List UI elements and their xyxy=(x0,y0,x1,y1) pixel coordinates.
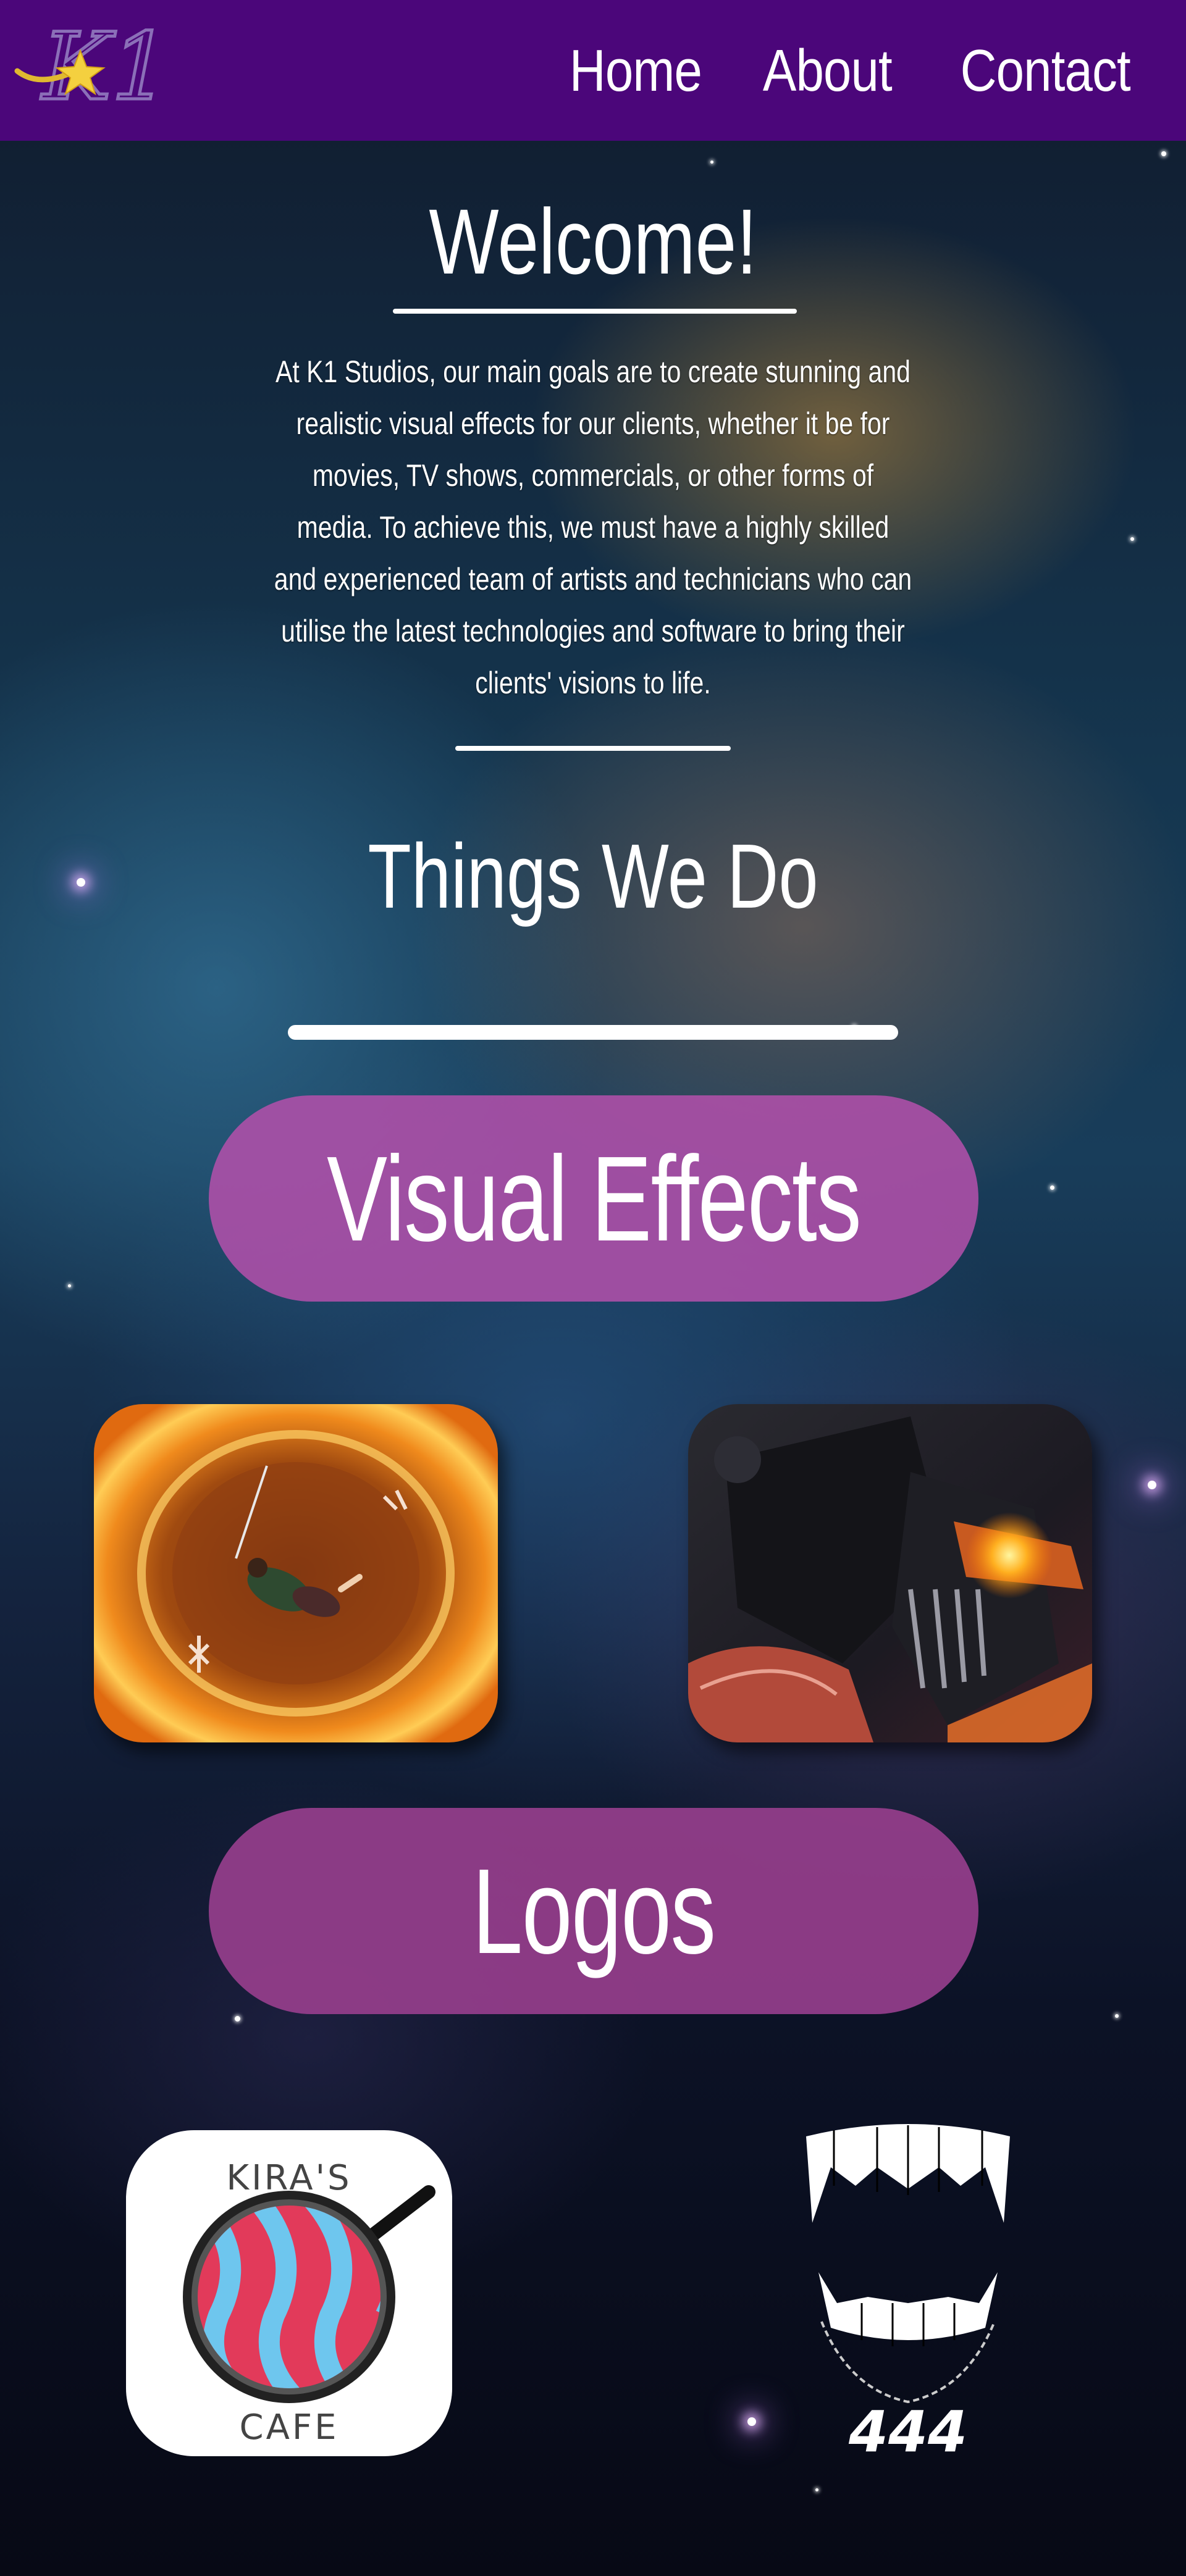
kiras-cafe-logo[interactable]: KIRA'S CAFE xyxy=(126,2130,452,2456)
nav-contact-link[interactable]: Contact xyxy=(961,37,1131,105)
visual-effects-label: Visual Effects xyxy=(326,1131,862,1266)
logos-button[interactable]: Logos xyxy=(209,1808,978,2014)
nav-home-link[interactable]: Home xyxy=(570,37,702,105)
star xyxy=(815,2488,818,2491)
vfx-fire-ring-image[interactable] xyxy=(94,1404,498,1742)
intro-paragraph: At K1 Studios, our main goals are to cre… xyxy=(274,354,912,700)
logos-label: Logos xyxy=(472,1843,716,1979)
cafe-bottom-text: CAFE xyxy=(239,2407,339,2448)
welcome-underline xyxy=(393,309,797,314)
star-flare xyxy=(77,878,85,887)
vfx-chainsaw-image[interactable] xyxy=(688,1404,1092,1742)
star xyxy=(235,2016,240,2022)
star xyxy=(710,161,713,164)
divider xyxy=(455,746,731,751)
visual-effects-button[interactable]: Visual Effects xyxy=(209,1095,978,1302)
star-flare xyxy=(1148,1481,1156,1489)
nav-links: Home About Contact xyxy=(546,37,1131,105)
star xyxy=(1050,1186,1054,1190)
star xyxy=(68,1284,71,1287)
444-fangs-logo[interactable]: 444 xyxy=(794,2118,1022,2464)
star xyxy=(1115,2014,1119,2018)
nav-about-link[interactable]: About xyxy=(763,37,893,105)
things-underline xyxy=(288,1025,898,1040)
fangs-text: 444 xyxy=(848,2399,967,2464)
things-we-do-title: Things We Do xyxy=(368,826,818,927)
star xyxy=(1130,537,1134,541)
star xyxy=(1161,151,1166,156)
k1-logo[interactable]: K1 xyxy=(12,12,161,123)
star-flare xyxy=(747,2417,756,2426)
navbar: K1 Home About Contact xyxy=(0,0,1186,141)
welcome-title: Welcome! xyxy=(429,190,757,293)
